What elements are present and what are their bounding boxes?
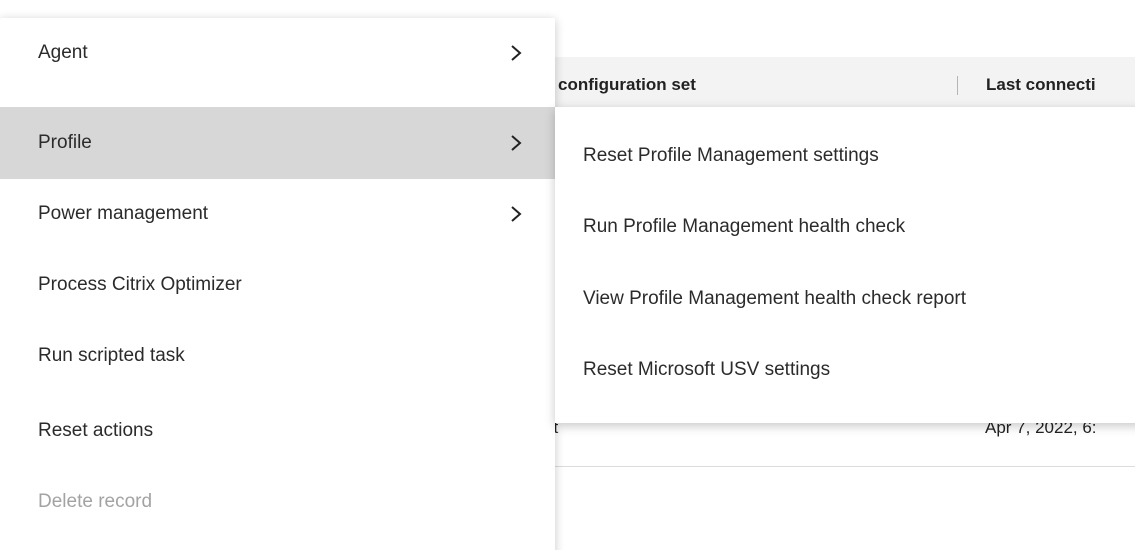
chevron-right-icon [511, 45, 522, 61]
menu-item-label: Agent [38, 42, 88, 63]
row-divider [555, 466, 1135, 467]
column-header-last-connection[interactable]: Last connecti [986, 75, 1096, 95]
submenu-item-reset-microsoft-usv-settings[interactable]: Reset Microsoft USV settings [555, 335, 1135, 405]
menu-item-run-scripted-task[interactable]: Run scripted task [0, 320, 555, 392]
menu-item-label: Reset actions [38, 420, 154, 441]
menu-item-label: Process Citrix Optimizer [38, 274, 242, 295]
submenu-item-run-profile-management-health-check[interactable]: Run Profile Management health check [555, 192, 1135, 262]
column-header-configuration-set[interactable]: configuration set [558, 75, 696, 95]
screen: configuration set Last connecti st Apr 7… [0, 0, 1135, 550]
chevron-right-icon [511, 135, 522, 151]
menu-item-power-management[interactable]: Power management [0, 178, 555, 250]
profile-submenu: Reset Profile Management settings Run Pr… [555, 107, 1135, 423]
menu-item-agent[interactable]: Agent [0, 17, 555, 89]
menu-item-label: Profile [38, 132, 92, 153]
menu-item-reset-actions[interactable]: Reset actions [0, 395, 555, 467]
chevron-right-icon [511, 206, 522, 222]
context-menu: Agent Profile Power management Process C… [0, 18, 555, 550]
menu-item-label: Run scripted task [38, 345, 185, 366]
submenu-item-view-health-check-report[interactable]: View Profile Management health check rep… [555, 264, 1135, 334]
column-separator[interactable] [957, 76, 958, 95]
menu-item-label: Delete record [38, 491, 153, 512]
submenu-item-reset-profile-management-settings[interactable]: Reset Profile Management settings [555, 121, 1135, 191]
menu-item-profile[interactable]: Profile [0, 107, 555, 179]
menu-item-label: Power management [38, 203, 209, 224]
menu-item-process-citrix-optimizer[interactable]: Process Citrix Optimizer [0, 249, 555, 321]
menu-item-delete-record: Delete record [0, 466, 555, 538]
